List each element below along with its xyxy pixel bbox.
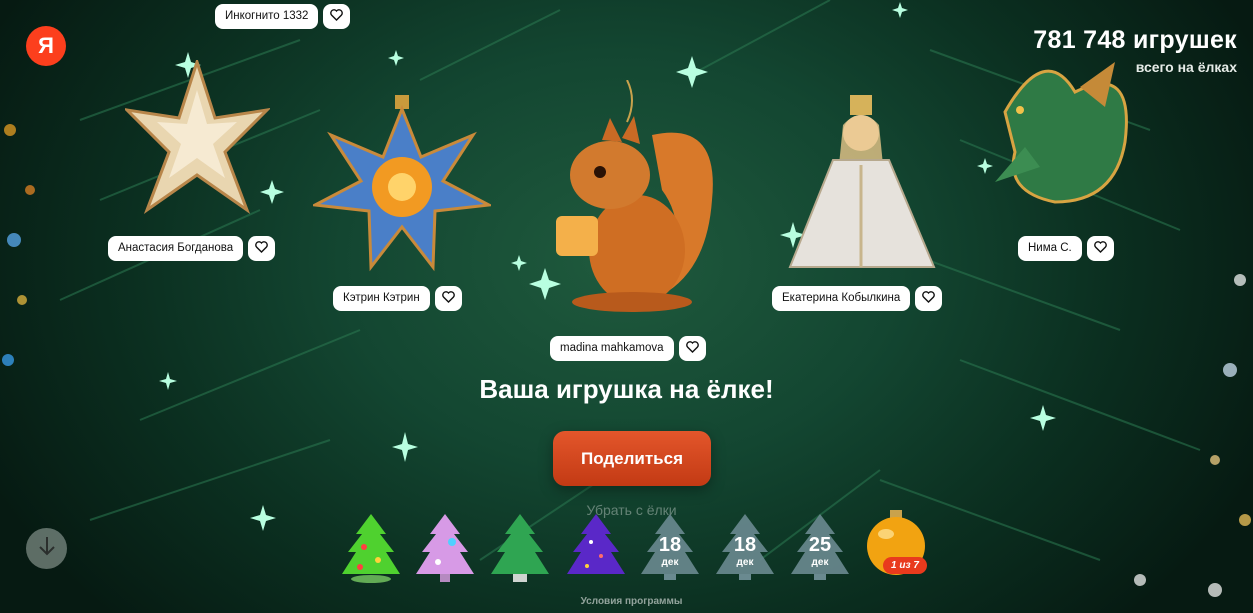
share-button[interactable]: Поделиться [553, 431, 711, 486]
calendar-tree-teal-icon[interactable] [491, 512, 549, 584]
locked-day-tree: 18 дек [716, 512, 774, 584]
dragon-ornament[interactable] [985, 52, 1147, 218]
remove-from-tree-link[interactable]: Убрать с ёлки [0, 502, 1253, 518]
ornament-tag: Нима С. [1018, 236, 1114, 261]
like-button[interactable] [434, 286, 462, 311]
owner-name: madina mahkamova [550, 336, 674, 361]
locked-day-number: 25 [808, 534, 832, 556]
locked-day-number: 18 [658, 534, 682, 556]
ornament-tag: Анастасия Богданова [108, 236, 276, 261]
ornament-tag: madina mahkamova [550, 336, 706, 361]
heart-icon [330, 8, 344, 26]
calendar-tree-green-icon[interactable] [342, 512, 400, 584]
locked-day-tree: 18 дек [641, 512, 699, 584]
success-headline: Ваша игрушка на ёлке! [479, 374, 774, 404]
calendar-tree-purple-icon[interactable] [567, 512, 625, 584]
like-button[interactable] [678, 336, 706, 361]
heart-icon [1093, 240, 1107, 258]
like-button[interactable] [323, 4, 351, 29]
yandex-logo[interactable]: Я [26, 26, 66, 66]
squirrel-ornament[interactable] [552, 80, 717, 312]
heart-icon [441, 290, 455, 308]
owner-name: Анастасия Богданова [108, 236, 244, 261]
logo-letter: Я [38, 33, 54, 58]
arrow-down-icon [37, 535, 57, 562]
like-button[interactable] [248, 236, 276, 261]
scroll-down-button[interactable] [26, 528, 67, 569]
owner-name: Кэтрин Кэтрин [333, 286, 430, 311]
locked-day-month: дек [811, 557, 829, 568]
owner-name: Нима С. [1018, 236, 1082, 261]
owner-name: Екатерина Кобылкина [772, 286, 911, 311]
calendar-tree-pink-icon[interactable] [416, 512, 474, 584]
heart-icon [922, 290, 936, 308]
star-ornament[interactable] [125, 60, 270, 225]
program-terms-link[interactable]: Условия программы [0, 596, 1253, 607]
snowflake-ornament[interactable] [313, 95, 491, 275]
owner-name: Инкогнито 1332 [215, 4, 319, 29]
snow-maiden-ornament[interactable] [788, 95, 936, 275]
like-button[interactable] [915, 286, 943, 311]
ornament-tag: Екатерина Кобылкина [772, 286, 943, 311]
progress-badge: 1 из 7 [883, 557, 927, 574]
ornament-tag: Инкогнито 1332 [215, 4, 351, 29]
toys-count: 781 748 игрушек [1033, 26, 1237, 54]
heart-icon [685, 340, 699, 358]
locked-day-number: 18 [733, 534, 757, 556]
locked-day-month: дек [661, 557, 679, 568]
heart-icon [255, 240, 268, 258]
locked-day-tree: 25 дек [791, 512, 849, 584]
locked-day-month: дек [736, 557, 754, 568]
like-button[interactable] [1086, 236, 1114, 261]
ornament-tag: Кэтрин Кэтрин [333, 286, 462, 311]
